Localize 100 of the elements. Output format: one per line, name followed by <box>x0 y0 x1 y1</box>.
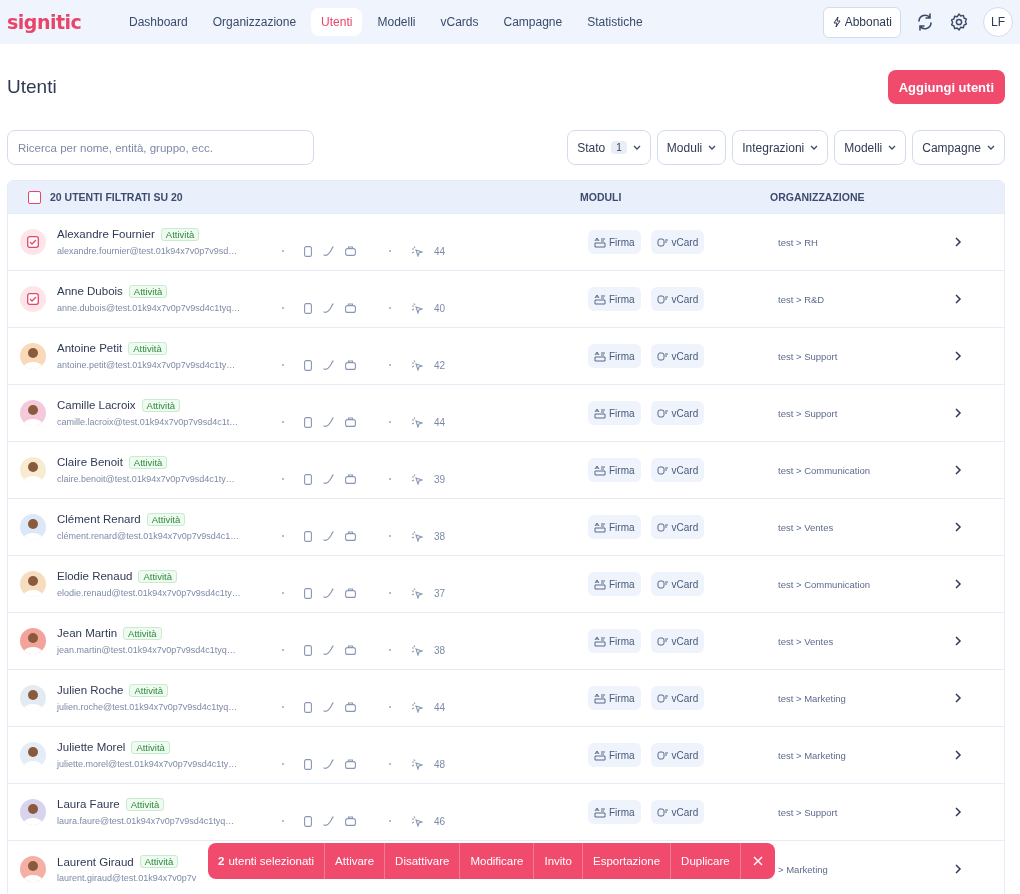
nav-tab[interactable]: Modelli <box>367 8 426 36</box>
nav-tab[interactable]: Organizzazione <box>202 8 307 36</box>
mobile-icon <box>304 815 312 827</box>
signature-icon <box>594 521 606 533</box>
briefcase-icon <box>345 588 356 598</box>
click-count: 37 <box>434 587 446 599</box>
mobile-icon <box>304 587 312 599</box>
action-button[interactable]: Modificare <box>459 843 534 879</box>
mobile-icon <box>304 245 312 257</box>
user-email: jean.martin@test.01k94x7v0p7v9sd4c1tyq… <box>57 645 237 655</box>
phone-icon <box>323 530 334 542</box>
mobile-icon <box>304 530 312 542</box>
module-chip: vCard <box>650 743 705 767</box>
column-header: 20 UTENTI FILTRATI SU 20 <box>50 191 183 203</box>
row-checkbox[interactable] <box>20 229 46 255</box>
phone-icon <box>323 302 334 314</box>
chevron-down-icon <box>987 144 995 151</box>
chevron-right-icon[interactable] <box>955 579 962 589</box>
row-checkbox[interactable] <box>20 286 46 312</box>
click-icon <box>411 587 423 599</box>
card-icon <box>656 692 669 704</box>
nav-tab[interactable]: Dashboard <box>119 8 198 36</box>
action-button[interactable]: Duplicare <box>670 843 740 879</box>
briefcase-icon <box>345 360 356 370</box>
nav-tab[interactable]: Utenti <box>311 8 363 36</box>
nav-tab[interactable]: Campagne <box>493 8 573 36</box>
organization-path: test > Ventes <box>778 521 835 533</box>
action-button[interactable]: Disattivare <box>384 843 460 879</box>
user-name[interactable]: Elodie Renaud <box>57 570 133 582</box>
filter-dropdown[interactable]: Integrazioni <box>732 130 829 165</box>
chevron-right-icon[interactable] <box>955 408 962 418</box>
module-chip: Firma <box>588 287 641 311</box>
add-users-button[interactable]: Aggiungi utenti <box>887 70 1005 104</box>
user-name[interactable]: Juliette Morel <box>57 741 126 753</box>
chevron-right-icon[interactable] <box>955 636 962 646</box>
module-chip: vCard <box>650 629 705 653</box>
mobile-icon <box>304 416 312 428</box>
chevron-right-icon[interactable] <box>955 294 962 304</box>
signature-icon <box>594 407 606 419</box>
user-name[interactable]: Julien Roche <box>57 684 124 696</box>
subscribe-button[interactable]: Abbonati <box>822 6 901 38</box>
user-name[interactable]: Laura Faure <box>57 798 120 810</box>
chevron-right-icon[interactable] <box>955 864 962 874</box>
chevron-down-icon <box>708 144 717 151</box>
chevron-down-icon <box>632 144 641 151</box>
mobile-icon <box>304 302 312 314</box>
filter-dropdown[interactable]: Campagne <box>912 130 1005 165</box>
search-field[interactable]: Ricerca per nome, entità, gruppo, ecc. <box>7 130 314 165</box>
briefcase-icon <box>345 417 356 427</box>
module-chip: Firma <box>588 800 641 824</box>
user-email: laurent.giraud@test.01k94x7v0p7v <box>57 873 198 883</box>
phone-icon <box>323 359 334 371</box>
user-name[interactable]: Jean Martin <box>57 627 118 639</box>
user-name[interactable]: Alexandre Fournier <box>57 228 155 240</box>
organization-path: test > Support <box>778 350 839 362</box>
checkbox-icon <box>27 236 39 248</box>
user-name[interactable]: Antoine Petit <box>57 342 123 354</box>
action-button[interactable]: Esportazione <box>581 843 671 879</box>
chevron-right-icon[interactable] <box>955 693 962 703</box>
filter-dropdown[interactable]: Modelli <box>834 130 907 165</box>
signature-icon <box>594 464 606 476</box>
close-icon <box>752 856 763 866</box>
nav-tab[interactable]: Statistiche <box>577 8 653 36</box>
user-name[interactable]: Clément Renard <box>57 513 141 525</box>
select-all-checkbox[interactable] <box>28 190 41 204</box>
module-chip: vCard <box>650 686 705 710</box>
module-chip: vCard <box>650 458 705 482</box>
action-button[interactable]: Invito <box>533 843 582 879</box>
status-badge: Attività <box>146 512 186 526</box>
filter-dropdown[interactable]: Moduli <box>656 130 727 165</box>
settings-icon[interactable] <box>949 12 969 32</box>
chevron-right-icon[interactable] <box>955 750 962 760</box>
chevron-right-icon[interactable] <box>955 237 962 247</box>
signature-icon <box>594 692 606 704</box>
click-icon <box>411 530 423 542</box>
chevron-right-icon[interactable] <box>955 807 962 817</box>
module-chip: vCard <box>650 572 705 596</box>
module-chip: Firma <box>588 743 641 767</box>
chevron-right-icon[interactable] <box>955 465 962 475</box>
user-name[interactable]: Camille Lacroix <box>57 399 136 411</box>
click-icon <box>411 758 423 770</box>
briefcase-icon <box>345 303 356 313</box>
click-count: 44 <box>434 701 446 713</box>
signature-icon <box>594 350 606 362</box>
chevron-right-icon[interactable] <box>955 351 962 361</box>
filter-dropdown[interactable]: Stato 1 <box>567 130 651 165</box>
sync-icon[interactable] <box>915 12 935 32</box>
chevron-right-icon[interactable] <box>955 522 962 532</box>
user-email: julien.roche@test.01k94x7v0p7v9sd4c1tyq… <box>57 702 239 712</box>
nav-tab[interactable]: vCards <box>430 8 489 36</box>
organization-path: test > Ventes <box>778 635 835 647</box>
status-badge: Attività <box>141 398 181 412</box>
user-name[interactable]: Anne Dubois <box>57 285 123 297</box>
lightning-icon <box>831 16 842 28</box>
user-name[interactable]: Laurent Giraud <box>57 855 134 868</box>
user-name[interactable]: Claire Benoit <box>57 456 123 468</box>
action-button[interactable]: Attivare <box>324 843 385 879</box>
card-icon <box>656 749 669 761</box>
status-badge: Attività <box>139 855 179 868</box>
user-avatar[interactable]: LF <box>983 7 1013 37</box>
